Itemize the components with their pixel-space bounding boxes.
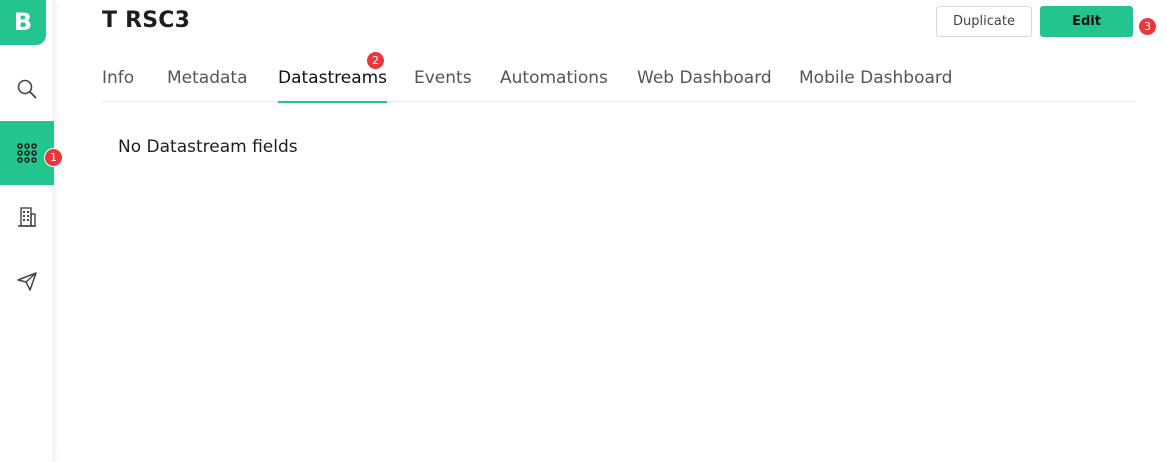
tab-automations[interactable]: Automations bbox=[500, 68, 608, 102]
tab-events[interactable]: Events bbox=[414, 68, 472, 102]
sidebar-badge: 1 bbox=[44, 148, 63, 167]
sidebar-item-messages[interactable] bbox=[0, 249, 54, 313]
tab-mobile-dashboard[interactable]: Mobile Dashboard bbox=[799, 68, 952, 102]
sidebar-item-search[interactable] bbox=[0, 57, 54, 121]
duplicate-button[interactable]: Duplicate bbox=[936, 6, 1032, 37]
logo-letter: B bbox=[13, 7, 33, 36]
edit-button[interactable]: Edit bbox=[1040, 6, 1133, 37]
tab-info[interactable]: Info bbox=[102, 68, 134, 102]
tab-badge: 2 bbox=[366, 51, 385, 70]
edit-badge: 3 bbox=[1138, 17, 1157, 36]
building-icon bbox=[18, 207, 36, 227]
search-icon bbox=[17, 79, 37, 99]
tab-bar: Info Metadata Datastreams Events Automat… bbox=[102, 62, 1136, 103]
tab-metadata[interactable]: Metadata bbox=[167, 68, 248, 102]
tab-datastreams[interactable]: Datastreams bbox=[278, 68, 388, 103]
send-icon bbox=[17, 272, 37, 291]
app-logo[interactable]: B bbox=[0, 0, 46, 45]
sidebar-item-organizations[interactable] bbox=[0, 185, 54, 249]
grid-icon bbox=[17, 143, 37, 163]
tab-web-dashboard[interactable]: Web Dashboard bbox=[637, 68, 772, 102]
sidebar: B bbox=[0, 0, 54, 462]
empty-state-message: No Datastream fields bbox=[118, 137, 298, 157]
page-title: T RSC3 bbox=[102, 8, 191, 33]
